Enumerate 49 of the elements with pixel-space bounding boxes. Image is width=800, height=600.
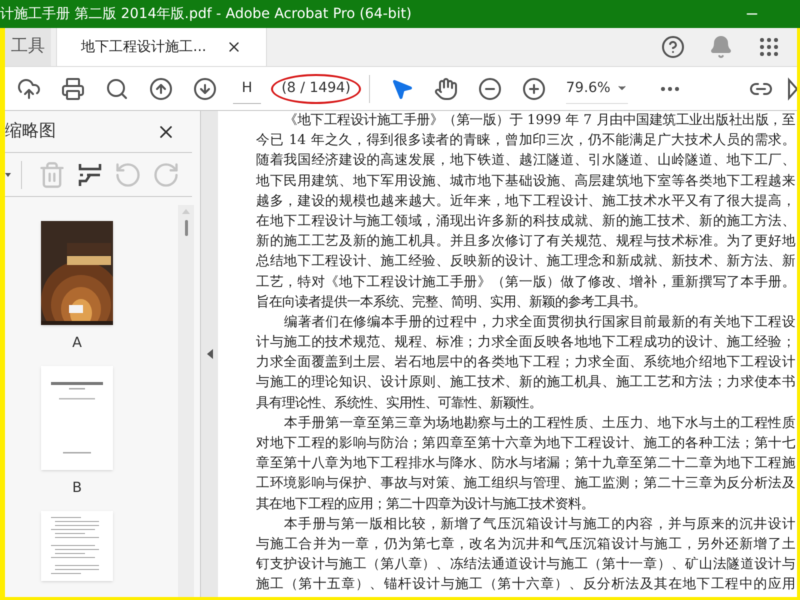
hand-icon[interactable] xyxy=(434,76,458,100)
zoom-dropdown[interactable]: 79.6% xyxy=(566,74,628,104)
text-line: 旨在向读者提供一本系统、完整、简明、实用、新颖的参考工具书。 xyxy=(256,294,647,312)
text-line: 章至第十八章为地下工程排水与降水、防水与堵漏；第十九章至第二十二章为地下工程施 xyxy=(256,454,795,474)
zoom-out-icon[interactable] xyxy=(478,76,502,100)
page-label: A xyxy=(72,334,82,353)
page-label: B xyxy=(72,479,82,498)
text-line: 在地下工程设计与施工领域，涌现出许多新的科技成就、新的施工技术、新的施工方法、 xyxy=(256,212,795,231)
text-line: 地下民用建筑、地下军用设施、城市地下基础设施、高层建筑地下室等各类地下工程越来 xyxy=(256,172,795,191)
text-line: 对地下工程的影响与防治；第四章至第十六章为地下工程设计、施工的各种工法；第十七 xyxy=(256,434,795,453)
panel-title: 缩略图 xyxy=(5,120,56,143)
options-caret-icon[interactable] xyxy=(5,172,11,178)
text-line: 本手册与第一版相比较，新增了气压沉箱设计与施工的内容，并与原来的沉井设计 xyxy=(283,516,795,534)
text-line: 编著者们在修编本手册的过程中，力求全面贯彻执行国家目前最新的有关地下工程设 xyxy=(283,314,795,332)
text-line: 工艺，特对《地下工程设计施工手册》（第一版）做了修改、增补，重新撰写了本手册。 xyxy=(256,274,795,292)
tab[interactable]: 工具 xyxy=(5,28,51,66)
page-number-field[interactable]: H xyxy=(233,74,261,104)
text-line: 新的施工工艺及新的施工机具。并且多次修订了有关规范、规程与技术标准。为了更好地 xyxy=(256,232,795,252)
text-line: 越多，建设的规模也越来越大。近年来，地下工程设计、施工技术水平又有了很大提高， xyxy=(256,192,795,211)
text-line: 《地下工程设计施工手册》（第一版）于 1999 年 7 月由中国建筑工业出版社出版，至 xyxy=(283,112,795,130)
text-line: 随着我国经济建设的高速发展，地下铁道、越江隧道、引水隧道、山岭隧道、地下工厂、 xyxy=(256,152,795,170)
zoom-in-icon[interactable] xyxy=(522,76,546,100)
text-line: 力求全面覆盖到土层、岩石地层中的各类地下工程；力求全面、系统地介绍地下工程设计 xyxy=(256,354,795,372)
search-icon[interactable] xyxy=(105,76,129,100)
text-line: 施工（第十五章）、锚杆设计与施工（第十六章）、反分析法及其在地下工程中的应用 xyxy=(256,576,795,594)
page-thumbnail[interactable] xyxy=(41,366,113,470)
text-line: 与施工合并为一章，仍为第七章，改名为沉井和气压沉箱设计与施工，另外还新增了土 xyxy=(256,536,795,554)
print-icon[interactable] xyxy=(61,76,85,100)
tab[interactable]: 地下工程设计施工... xyxy=(56,28,268,66)
text-line: 总结地下工程设计、施工经验、反映新的设计、施工理念和新成就、新技术、新方法、新 xyxy=(256,252,795,272)
page-count: (8 / 1494) xyxy=(271,74,361,104)
previous-page-icon[interactable] xyxy=(149,76,173,100)
text-line: 今已 14 年之久，得到很多读者的青睐，曾加印三次，仍不能满足广大技术人员的需求。 xyxy=(256,132,795,150)
apps-grid-icon[interactable] xyxy=(757,35,781,59)
text-line: 本手册第一章至第三章为场地勘察与土的工程性质、土压力、地下水与土的工程性质 xyxy=(283,414,795,433)
collapse-panel-icon[interactable] xyxy=(206,349,212,359)
text-line: 计与施工的技术规范、规程、标准；力求全面反映各地地下工程成功的设计、施工经验； xyxy=(256,334,795,352)
text-line: 具有理论性、系统性、实用性、可靠性、新颖性。 xyxy=(256,394,543,413)
text-line: 与施工的理论知识、设计原则、施工技术、新的施工机具、施工工艺和方法；力求使本书 xyxy=(256,374,795,392)
panel-toggle-icon[interactable] xyxy=(787,76,797,100)
scrollbar[interactable] xyxy=(178,205,194,597)
cloud-upload-icon[interactable] xyxy=(17,76,41,100)
window-title: 计施工手册 第二版 2014年版.pdf - Adobe Acrobat Pro (64-bit) xyxy=(0,4,412,24)
help-icon[interactable] xyxy=(661,35,685,59)
next-page-icon[interactable] xyxy=(193,76,217,100)
text-line: 其在地下工程的应用；第二十四章为设计与施工技术资料。 xyxy=(256,496,595,514)
page-thumbnail[interactable] xyxy=(41,511,113,581)
text-line: 工环境影响与保护、事故与对策、施工组织与管理、施工监测；第二十三章为反分析法及 xyxy=(256,474,795,494)
text-line: 钉支护设计与施工（第八章）、冻结法通道设计与施工（第十一章）、矿山法隧道设计与 xyxy=(256,556,795,574)
